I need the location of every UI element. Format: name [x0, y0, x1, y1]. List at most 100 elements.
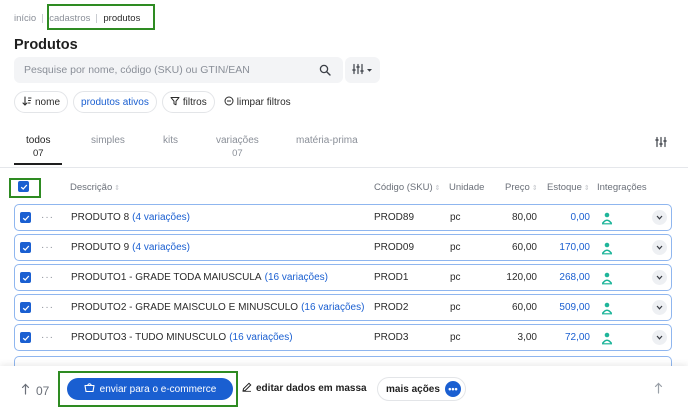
integration-person-icon[interactable] — [600, 241, 614, 255]
column-header-label: Preço — [505, 182, 530, 193]
table-row[interactable]: ··· PRODUTO1 - GRADE TODA MAIUSCULA (16 v… — [14, 264, 672, 291]
search-input[interactable]: Pesquise por nome, código (SKU) ou GTIN/… — [14, 57, 343, 83]
product-sku: PROD1 — [374, 272, 409, 283]
row-checkbox[interactable] — [20, 242, 31, 253]
column-header-preco[interactable]: Preço ⇕ — [505, 182, 538, 193]
filters-chip[interactable]: filtros — [161, 91, 215, 113]
expand-row-button[interactable] — [652, 210, 667, 225]
product-stock[interactable]: 72,00 — [539, 325, 590, 350]
product-stock[interactable]: 509,00 — [539, 295, 590, 320]
variations-link[interactable]: (16 variações) — [301, 302, 364, 313]
product-stock[interactable]: 268,00 — [539, 265, 590, 290]
scroll-to-top-button[interactable] — [654, 382, 663, 397]
tab-todos[interactable]: todos 07 — [13, 134, 64, 165]
product-stock[interactable]: 0,00 — [539, 205, 590, 230]
highlight-box-breadcrumb — [47, 4, 155, 30]
variations-link[interactable]: (16 variações) — [229, 332, 292, 343]
column-header-codigo[interactable]: Código (SKU) ⇕ — [374, 182, 440, 193]
variations-link[interactable]: (16 variações) — [265, 272, 328, 283]
clear-filters-button[interactable]: limpar filtros — [219, 91, 295, 113]
tab-variacoes-count: 07 — [232, 148, 243, 159]
mass-edit-button[interactable]: editar dados em massa — [242, 382, 367, 395]
product-name[interactable]: PRODUTO3 - TUDO MINUSCULO — [71, 332, 226, 343]
product-name[interactable]: PRODUTO 9 — [71, 242, 129, 253]
row-menu-icon[interactable]: ··· — [41, 235, 54, 260]
table-row[interactable]: ··· PRODUTO3 - TUDO MINUSCULO (16 variaçõ… — [14, 324, 672, 351]
send-to-ecommerce-button[interactable]: enviar para o e-commerce — [67, 378, 233, 400]
row-menu-icon[interactable]: ··· — [41, 295, 54, 320]
product-unit: pc — [450, 242, 461, 253]
tab-variacoes[interactable]: variações 07 — [216, 134, 259, 160]
column-header-label: Estoque — [547, 182, 582, 193]
advanced-filter-button[interactable] — [345, 57, 380, 83]
tab-kits-label: kits — [163, 135, 178, 146]
column-header-estoque[interactable]: Estoque ⇕ — [547, 182, 590, 193]
chevron-down-icon — [656, 245, 663, 250]
sort-chip[interactable]: nome — [14, 91, 69, 113]
select-all-checkbox[interactable] — [18, 181, 29, 192]
mass-edit-label: editar dados em massa — [256, 383, 367, 394]
chevron-down-icon — [656, 215, 663, 220]
row-checkbox[interactable] — [20, 302, 31, 313]
sort-chip-label: nome — [35, 96, 61, 108]
chevron-down-icon — [656, 335, 663, 340]
product-name[interactable]: PRODUTO1 - GRADE TODA MAIUSCULA — [71, 272, 262, 283]
expand-row-button[interactable] — [652, 270, 667, 285]
product-name[interactable]: PRODUTO 8 — [71, 212, 129, 223]
filters-chip-label: filtros — [182, 96, 207, 108]
tab-kits[interactable]: kits — [163, 134, 178, 147]
page-title: Produtos — [14, 37, 78, 53]
expand-row-button[interactable] — [652, 240, 667, 255]
column-header-descricao[interactable]: Descrição ⇕ — [70, 182, 120, 193]
row-menu-icon[interactable]: ··· — [41, 325, 54, 350]
search-icon[interactable] — [317, 62, 333, 78]
integration-person-icon[interactable] — [600, 271, 614, 285]
more-actions-button[interactable]: mais ações ••• — [377, 377, 466, 401]
row-checkbox[interactable] — [20, 272, 31, 283]
row-menu-icon[interactable]: ··· — [41, 205, 54, 230]
check-icon — [22, 275, 29, 281]
send-to-ecommerce-label: enviar para o e-commerce — [99, 383, 217, 395]
integration-person-icon[interactable] — [600, 331, 614, 345]
tab-materia-prima[interactable]: matéria-prima — [296, 134, 358, 147]
sliders-icon — [655, 136, 667, 151]
arrow-up-icon — [654, 382, 663, 394]
expand-row-button[interactable] — [652, 330, 667, 345]
column-header-label: Unidade — [449, 182, 485, 193]
integration-person-icon[interactable] — [600, 301, 614, 315]
tab-simples[interactable]: simples — [91, 134, 125, 147]
table-row[interactable]: ··· PRODUTO 9 (4 variações) PROD09 pc 60,… — [14, 234, 672, 261]
integration-person-icon[interactable] — [600, 211, 614, 225]
breadcrumb-home[interactable]: início — [14, 13, 36, 24]
product-sku: PROD3 — [374, 332, 409, 343]
expand-row-button[interactable] — [652, 300, 667, 315]
row-menu-icon[interactable]: ··· — [41, 265, 54, 290]
sliders-icon — [352, 63, 364, 78]
product-price: 120,00 — [506, 272, 537, 283]
chevron-down-icon — [656, 275, 663, 280]
funnel-icon — [170, 96, 180, 109]
column-settings-button[interactable] — [652, 134, 670, 152]
product-unit: pc — [450, 302, 461, 313]
table-row[interactable]: ··· PRODUTO2 - GRADE MAISCULO E MINUSCUL… — [14, 294, 672, 321]
variations-link[interactable]: (4 variações) — [132, 242, 190, 253]
sort-arrows-icon: ⇕ — [583, 185, 590, 192]
status-filter-chip[interactable]: produtos ativos — [73, 91, 157, 113]
product-unit: pc — [450, 332, 461, 343]
check-icon — [22, 305, 29, 311]
product-stock[interactable]: 170,00 — [539, 235, 590, 260]
selected-count: 07 — [21, 383, 49, 398]
clear-filters-label: limpar filtros — [236, 96, 291, 108]
row-checkbox[interactable] — [20, 332, 31, 343]
check-icon — [20, 184, 27, 190]
table-row[interactable]: ··· PRODUTO 8 (4 variações) PROD89 pc 80,… — [14, 204, 672, 231]
row-checkbox[interactable] — [20, 212, 31, 223]
sort-arrows-icon: ⇕ — [114, 185, 121, 192]
product-price: 60,00 — [511, 302, 537, 313]
sort-arrows-icon: ⇕ — [434, 185, 441, 192]
column-header-label: Integrações — [597, 182, 647, 193]
product-name[interactable]: PRODUTO2 - GRADE MAISCULO E MINUSCULO — [71, 302, 298, 313]
product-unit: pc — [450, 272, 461, 283]
variations-link[interactable]: (4 variações) — [132, 212, 190, 223]
tab-simples-label: simples — [91, 135, 125, 146]
